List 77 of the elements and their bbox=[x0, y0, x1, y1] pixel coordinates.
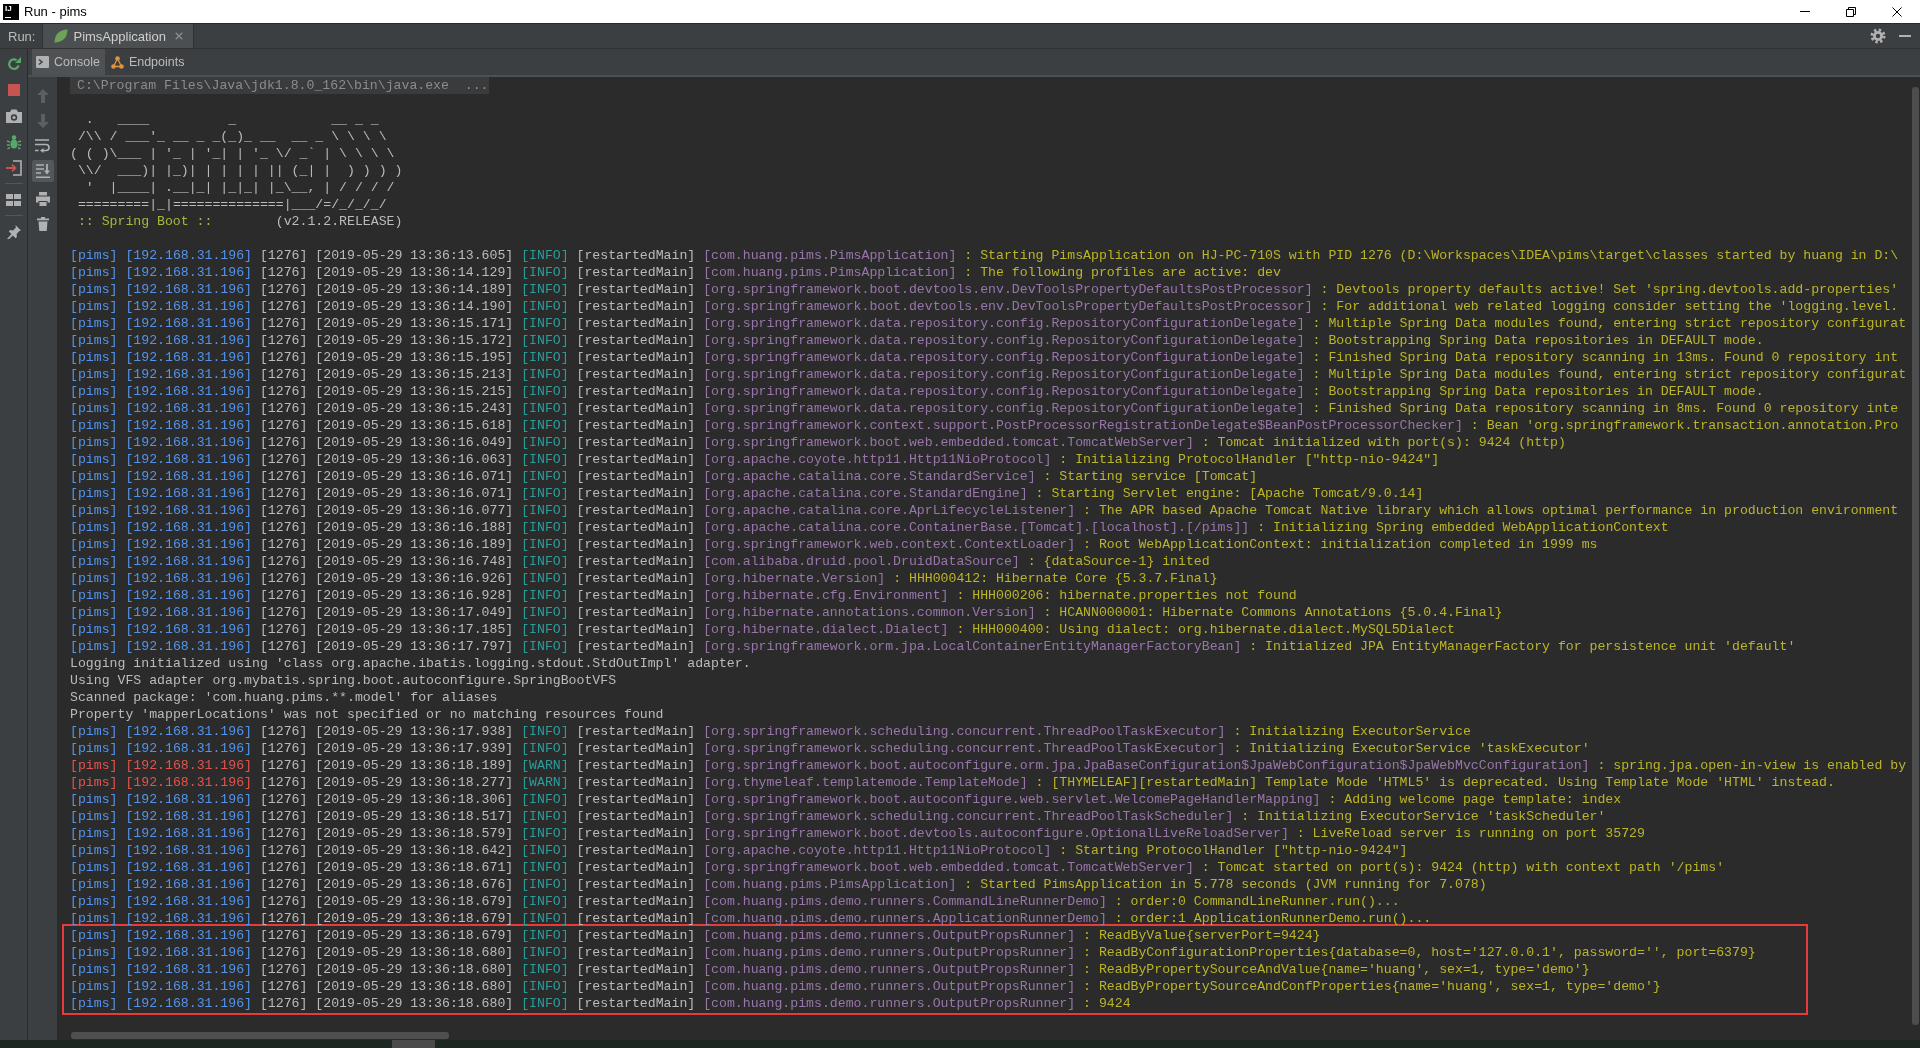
stop-icon bbox=[7, 84, 20, 96]
log-line: [pims] [192.168.31.196] [1276] [2019-05-29 13:36:18.517] [INFO] [restartedMain] [org.springframework.scheduling.concurrent.ThreadPoolTaskScheduler] : Initializing ExecutorService 'taskScheduler' bbox=[70, 808, 1607, 825]
log-line: [pims] [192.168.31.196] [1276] [2019-05-29 13:36:16.926] [INFO] [restartedMain] [org.hibernate.Version] : HHH000412: Hibernate Core {5.3.7.Final} bbox=[70, 570, 1219, 587]
log-line: [pims] [192.168.31.196] [1276] [2019-05-29 13:36:14.129] [INFO] [restartedMain] [com.huang.pims.PimsApplication] : The following profiles are active: dev bbox=[70, 264, 1282, 281]
vertical-scrollbar[interactable] bbox=[1912, 87, 1919, 1025]
rerun-icon bbox=[5, 56, 22, 72]
log-line: [pims] [192.168.31.196] [1276] [2019-05-29 13:36:15.243] [INFO] [restartedMain] [org.springframework.data.repository.config.RepositoryConfigurationDelegate] : Finished Spring Data repository scanning in 8ms. Found 0 repository inte bbox=[70, 400, 1900, 417]
log-line: [pims] [192.168.31.196] [1276] [2019-05-29 13:36:18.680] [INFO] [restartedMain] [com.huang.pims.demo.runners.OutputPropsRunner] : 9424 bbox=[70, 995, 1132, 1012]
log-line: [pims] [192.168.31.196] [1276] [2019-05-29 13:36:15.171] [INFO] [restartedMain] [org.springframework.data.repository.config.RepositoryConfigurationDelegate] : Multiple Spring Data modules found, entering strict repository configurat bbox=[70, 315, 1908, 332]
log-line: [pims] [192.168.31.196] [1276] [2019-05-29 13:36:18.277] [WARN] [restartedMain] [org.thymeleaf.templatemode.TemplateMode] : [THYMELEAF][restartedMain] Template Mode 'HTML5' is deprecated. Using Template Mode 'HTML' instead. bbox=[70, 774, 1836, 791]
log-line: [pims] [192.168.31.196] [1276] [2019-05-29 13:36:13.605] [INFO] [restartedMain] [com.huang.pims.PimsApplication] : Starting PimsApplication on HJ-PC-710S with PID 1276 (D:\Workspaces\IDEA\pims\target\classes started by huang in D:\ bbox=[70, 247, 1900, 264]
log-line: [pims] [192.168.31.196] [1276] [2019-05-29 13:36:16.748] [INFO] [restartedMain] [com.alibaba.druid.pool.DruidDataSource] : {dataSource-1} inited bbox=[70, 553, 1211, 570]
log-line: [pims] [192.168.31.196] [1276] [2019-05-29 13:36:18.680] [INFO] [restartedMain] [com.huang.pims.demo.runners.OutputPropsRunner] : ReadByPropertySourceAndValue{name='huang', sex=1, type='demo'} bbox=[70, 961, 1591, 978]
log-line: [pims] [192.168.31.196] [1276] [2019-05-29 13:36:14.190] [INFO] [restartedMain] [org.springframework.boot.devtools.env.DevToolsPropertyDefaultsPostProcessor] : For additional web related logging consider setting the 'logging.level. bbox=[70, 298, 1900, 315]
log-line: [pims] [192.168.31.196] [1276] [2019-05-29 13:36:17.939] [INFO] [restartedMain] [org.springframework.scheduling.concurrent.ThreadPoolTaskExecutor] : Initializing ExecutorService 'taskExecutor' bbox=[70, 740, 1591, 757]
down-arrow-icon bbox=[36, 114, 49, 128]
log-line: [pims] [192.168.31.196] [1276] [2019-05-29 13:36:15.213] [INFO] [restartedMain] [org.springframework.data.repository.config.RepositoryConfigurationDelegate] : Multiple Spring Data modules found, entering strict repository configurat bbox=[70, 366, 1908, 383]
log-line: [pims] [192.168.31.196] [1276] [2019-05-29 13:36:15.618] [INFO] [restartedMain] [org.springframework.context.support.PostProcessorRegistrationDelegate$BeanPostProcessorChecker] : Bean 'org.springframework.transaction.annotation.Pro bbox=[70, 417, 1900, 434]
log-line: [pims] [192.168.31.196] [1276] [2019-05-29 13:36:17.049] [INFO] [restartedMain] [org.hibernate.annotations.common.Version] : HCANN000001: Hibernate Commons Annotations {5.0.4.Final} bbox=[70, 604, 1504, 621]
log-line: [pims] [192.168.31.196] [1276] [2019-05-29 13:36:14.189] [INFO] [restartedMain] [org.springframework.boot.devtools.env.DevToolsPropertyDefaultsPostProcessor] : Devtools property defaults active! Set 'spring.devtools.add-properties' bbox=[70, 281, 1900, 298]
log-line: [pims] [192.168.31.196] [1276] [2019-05-29 13:36:16.071] [INFO] [restartedMain] [org.apache.catalina.core.StandardEngine] : Starting Servlet engine: [Apache Tomcat/9.0.14] bbox=[70, 485, 1425, 502]
run-config-tab[interactable]: PimsApplication bbox=[42, 24, 194, 48]
exit-icon bbox=[5, 160, 22, 176]
network-icon bbox=[110, 55, 124, 69]
log-line: [pims] [192.168.31.196] [1276] [2019-05-29 13:36:18.680] [INFO] [restartedMain] [com.huang.pims.demo.runners.OutputPropsRunner] : ReadByConfigurationProperties{database=0, host='127.0.0.1', password='', port=6379} bbox=[70, 944, 1756, 961]
log-line: [pims] [192.168.31.196] [1276] [2019-05-29 13:36:18.579] [INFO] [restartedMain] [org.springframework.boot.devtools.autoconfigure.OptionalLiveReloadServer] : LiveReload server is running on port 35729 bbox=[70, 825, 1646, 842]
panel-tab[interactable]: Endpoints bbox=[106, 49, 190, 75]
log-line: [pims] [192.168.31.196] [1276] [2019-05-29 13:36:18.676] [INFO] [restartedMain] [com.huang.pims.PimsApplication] : Started PimsApplication in 5.778 seconds (JVM running for 7.078) bbox=[70, 876, 1488, 893]
log-line: [pims] [192.168.31.196] [1276] [2019-05-29 13:36:17.797] [INFO] [restartedMain] [org.springframework.orm.jpa.LocalContainerEntityManagerFactoryBean] : Initialized JPA EntityManagerFactory for persistence unit 'default' bbox=[70, 638, 1797, 655]
run-label: Run: bbox=[8, 28, 36, 44]
log-line: [pims] [192.168.31.196] [1276] [2019-05-29 13:36:17.938] [INFO] [restartedMain] [org.springframework.scheduling.concurrent.ThreadPoolTaskExecutor] : Initializing ExecutorService bbox=[70, 723, 1472, 740]
log-line: [pims] [192.168.31.196] [1276] [2019-05-29 13:36:15.215] [INFO] [restartedMain] [org.springframework.data.repository.config.RepositoryConfigurationDelegate] : Bootstrapping Spring Data repositories in DEFAULT mode. bbox=[70, 383, 1765, 400]
console-line: Using VFS adapter org.mybatis.spring.boot.autoconfigure.SpringBootVFS bbox=[70, 672, 618, 689]
log-line: [pims] [192.168.31.196] [1276] [2019-05-29 13:36:16.188] [INFO] [restartedMain] [org.apache.catalina.core.ContainerBase.[Tomcat].[localhost].[/pims]] : Initializing Spring embedded WebApplicationContext bbox=[70, 519, 1670, 536]
restore-icon bbox=[1846, 6, 1856, 17]
log-line: [pims] [192.168.31.196] [1276] [2019-05-29 13:36:18.679] [INFO] [restartedMain] [com.huang.pims.demo.runners.OutputPropsRunner] : ReadByValue{serverPort=9424} bbox=[70, 927, 1322, 944]
close-icon[interactable] bbox=[174, 32, 183, 40]
horizontal-scrollbar[interactable] bbox=[71, 1031, 449, 1039]
console-line: Property 'mapperLocations' was not specified or no matching resources found bbox=[70, 706, 665, 723]
minimize-icon bbox=[1800, 11, 1810, 12]
terminal-icon bbox=[36, 56, 49, 68]
window-title: Run - pims bbox=[24, 4, 87, 19]
trash-icon bbox=[36, 217, 49, 231]
bug-icon bbox=[5, 134, 22, 150]
log-line: [pims] [192.168.31.196] [1276] [2019-05-29 13:36:16.077] [INFO] [restartedMain] [org.apache.catalina.core.AprLifecycleListener] : The APR based Apache Tomcat Native library which allows optimal performance in production environment bbox=[70, 502, 1900, 519]
log-line: [pims] [192.168.31.196] [1276] [2019-05-29 13:36:18.680] [INFO] [restartedMain] [com.huang.pims.demo.runners.OutputPropsRunner] : ReadByPropertySourceAndConfProperties{name='huang', sex=1, type='demo'} bbox=[70, 978, 1662, 995]
settings-icon[interactable] bbox=[1870, 28, 1886, 44]
log-line: [pims] [192.168.31.196] [1276] [2019-05-29 13:36:15.195] [INFO] [restartedMain] [org.springframework.data.repository.config.RepositoryConfigurationDelegate] : Finished Spring Data repository scanning in 13ms. Found 0 repository int bbox=[70, 349, 1900, 366]
log-line: [pims] [192.168.31.196] [1276] [2019-05-29 13:36:16.071] [INFO] [restartedMain] [org.apache.catalina.core.StandardService] : Starting service [Tomcat] bbox=[70, 468, 1259, 485]
pin-icon bbox=[6, 225, 21, 239]
log-line: [pims] [192.168.31.196] [1276] [2019-05-29 13:36:16.063] [INFO] [restartedMain] [org.apache.coyote.http11.Http11NioProtocol] : Initializing ProtocolHandler ["http-nio-9424"] bbox=[70, 451, 1441, 468]
log-line: [pims] [192.168.31.196] [1276] [2019-05-29 13:36:18.642] [INFO] [restartedMain] [org.apache.coyote.http11.Http11NioProtocol] : Starting ProtocolHandler ["http-nio-9424"] bbox=[70, 842, 1409, 859]
printer-icon bbox=[35, 192, 50, 206]
scroll-to-end-button[interactable] bbox=[31, 160, 54, 182]
log-line: [pims] [192.168.31.196] [1276] [2019-05-29 13:36:15.172] [INFO] [restartedMain] [org.springframework.data.repository.config.RepositoryConfigurationDelegate] : Bootstrapping Spring Data repositories in DEFAULT mode. bbox=[70, 332, 1765, 349]
scroll-to-end-icon bbox=[35, 164, 50, 178]
log-line: [pims] [192.168.31.196] [1276] [2019-05-29 13:36:18.189] [WARN] [restartedMain] [org.springframework.boot.autoconfigure.orm.jpa.JpaBaseConfiguration$JpaWebConfiguration$JpaWebMvcConfiguration] : spring.jpa.open-in-view is enabled by bbox=[70, 757, 1908, 774]
log-line: [pims] [192.168.31.196] [1276] [2019-05-29 13:36:16.049] [INFO] [restartedMain] [org.springframework.boot.web.embedded.tomcat.TomcatWebServer] : Tomcat initialized with port(s): 9424 (http) bbox=[70, 434, 1567, 451]
leaf-icon bbox=[54, 29, 69, 43]
layout-icon bbox=[6, 194, 21, 206]
spring-boot-version-line: :: Spring Boot :: (v2.1.2.RELEASE) bbox=[76, 213, 404, 230]
soft-wrap-icon bbox=[35, 139, 50, 153]
console-line: Scanned package: 'com.huang.pims.**.model' for aliases bbox=[70, 689, 499, 706]
log-line: [pims] [192.168.31.196] [1276] [2019-05-29 13:36:16.189] [INFO] [restartedMain] [org.springframework.web.context.ContextLoader] : Root WebApplicationContext: initialization completed in 1999 ms bbox=[70, 536, 1599, 553]
log-line: [pims] [192.168.31.196] [1276] [2019-05-29 13:36:16.928] [INFO] [restartedMain] [org.hibernate.cfg.Environment] : HHH000206: hibernate.properties not found bbox=[70, 587, 1298, 604]
camera-icon bbox=[5, 109, 22, 123]
log-line: [pims] [192.168.31.196] [1276] [2019-05-29 13:36:18.306] [INFO] [restartedMain] [org.springframework.boot.autoconfigure.web.servlet.WelcomePageHandlerMapping] : Adding welcome page template: index bbox=[70, 791, 1623, 808]
up-arrow-icon bbox=[36, 89, 49, 103]
log-line: [pims] [192.168.31.196] [1276] [2019-05-29 13:36:17.185] [INFO] [restartedMain] [org.hibernate.dialect.Dialect] : HHH000400: Using dialect: org.hibernate.dialect.MySQL5Dialect bbox=[70, 621, 1456, 638]
log-line: [pims] [192.168.31.196] [1276] [2019-05-29 13:36:18.679] [INFO] [restartedMain] [com.huang.pims.demo.runners.CommandLineRunnerDemo] : order:0 CommandLineRunner.run()... bbox=[70, 893, 1401, 910]
log-line: [pims] [192.168.31.196] [1276] [2019-05-29 13:36:18.671] [INFO] [restartedMain] [org.springframework.boot.web.embedded.tomcat.TomcatWebServer] : Tomcat started on port(s): 9424 (http) with context path '/pims' bbox=[70, 859, 1726, 876]
log-line: [pims] [192.168.31.196] [1276] [2019-05-29 13:36:18.679] [INFO] [restartedMain] [com.huang.pims.demo.runners.ApplicationRunnerDemo] : order:1 ApplicationRunnerDemo.run()... bbox=[70, 910, 1433, 927]
console-line: Logging initialized using 'class org.apache.ibatis.logging.stdout.StdOutImpl' adapter. bbox=[70, 655, 752, 672]
ascii-banner-text: . ____ _ __ _ _ /\\ / ___'_ __ _ _(_)_ __ __ _ \ \ \ \ ( ( )\___ | '_ | '_| | '_ \/ _` | \ \ \ \ \\/ ___)| |_)| | | | | || (_| | ) ) ) ) ' |____| .__|_| |_|_| |_\__, | / / / / =========|_|==============|___/=/_/_/_/ bbox=[70, 111, 404, 213]
app-logo: IJ bbox=[3, 3, 19, 20]
close-icon bbox=[1892, 6, 1902, 17]
panel-tab[interactable]: Console bbox=[32, 49, 105, 75]
